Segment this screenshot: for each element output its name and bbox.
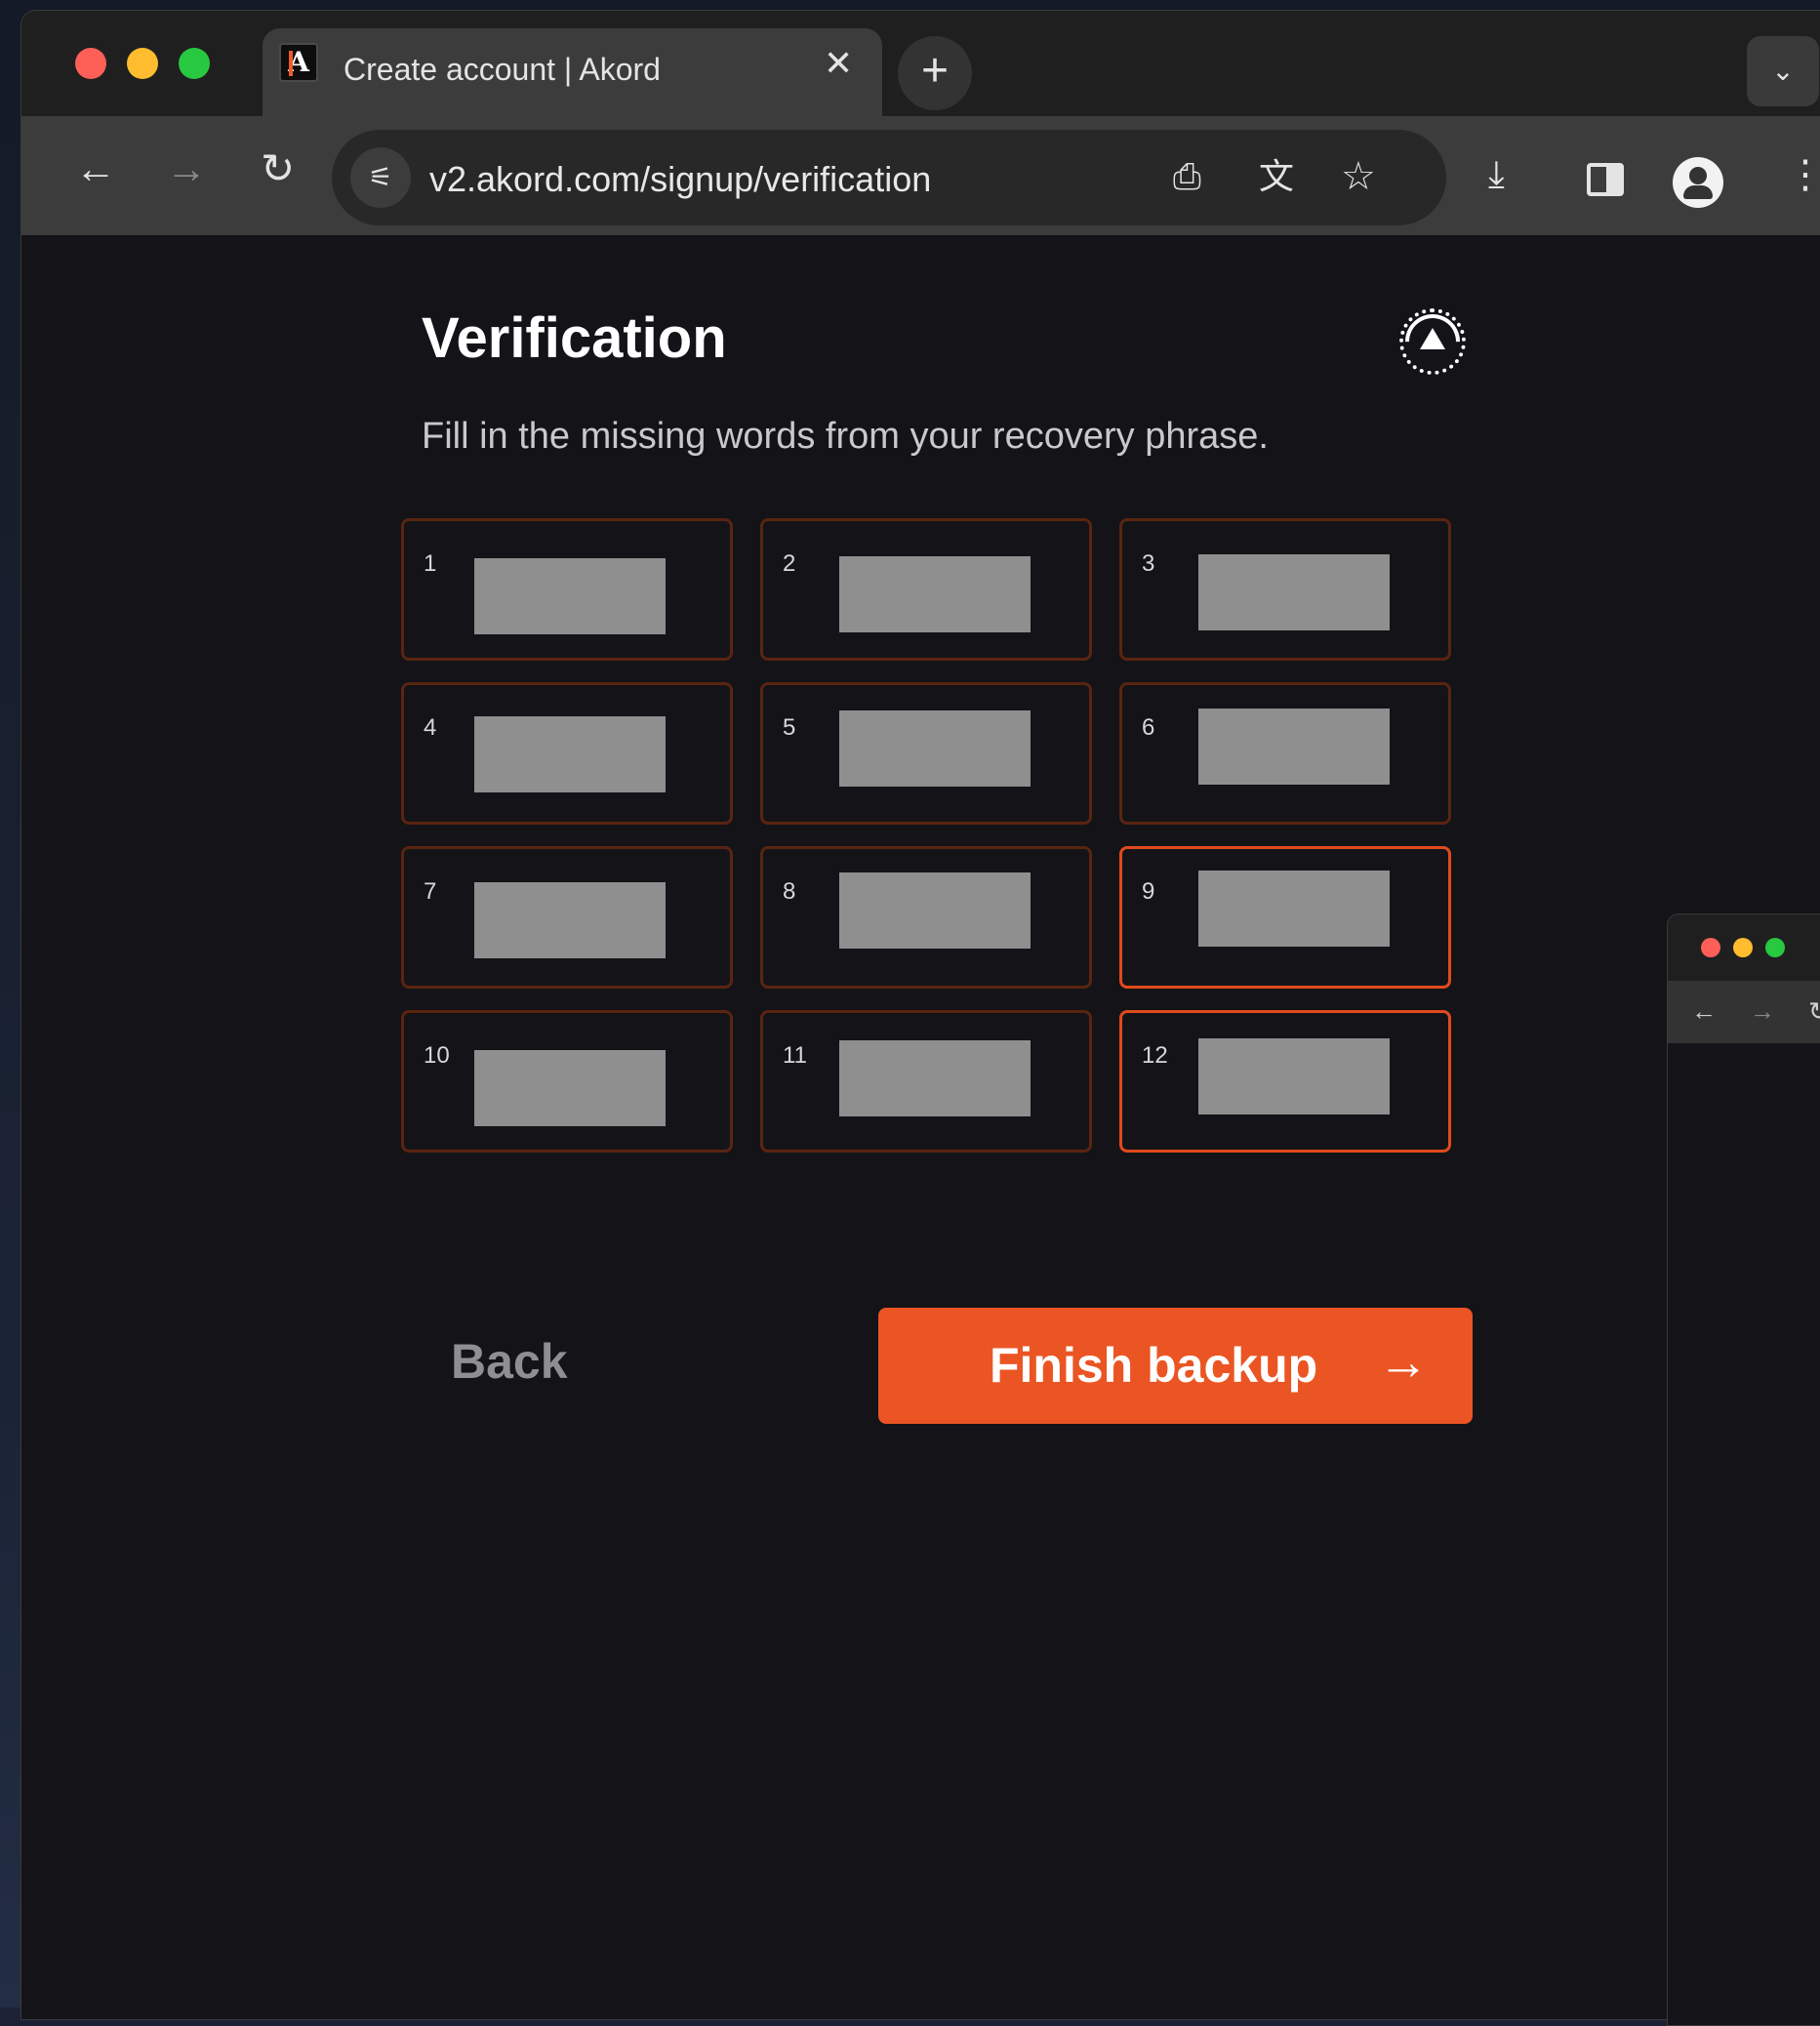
- word-input-1[interactable]: 1: [401, 518, 733, 661]
- arrow-right-icon[interactable]: →: [1750, 996, 1775, 1026]
- minimize-window-button[interactable]: [1733, 938, 1753, 957]
- profile-icon[interactable]: [1673, 157, 1723, 208]
- redacted-word: [1198, 1038, 1390, 1114]
- redacted-word: [839, 710, 1031, 787]
- word-input-11[interactable]: 11: [760, 1010, 1092, 1153]
- word-number: 5: [783, 714, 796, 741]
- close-window-button[interactable]: [75, 48, 106, 79]
- tab-search-button[interactable]: ⌄: [1747, 36, 1819, 106]
- word-number: 12: [1142, 1042, 1168, 1069]
- side-panel-icon[interactable]: [1587, 163, 1624, 196]
- reload-icon[interactable]: ↻: [1808, 996, 1820, 1026]
- word-number: 6: [1142, 714, 1155, 741]
- minimize-window-button[interactable]: [127, 48, 158, 79]
- word-number: 2: [783, 550, 796, 577]
- back-button[interactable]: Back: [451, 1333, 568, 1390]
- word-input-4[interactable]: 4: [401, 682, 733, 825]
- star-icon[interactable]: ☆: [1341, 155, 1376, 198]
- tune-icon[interactable]: ⚟: [350, 147, 411, 208]
- word-input-5[interactable]: 5: [760, 682, 1092, 825]
- tab-close-icon[interactable]: ✕: [824, 46, 853, 81]
- browser-window: A Create account | Akord ✕ + ⌄ ← → ↻ ⚟ v…: [20, 10, 1820, 2020]
- word-input-8[interactable]: 8: [760, 846, 1092, 989]
- arrow-right-icon: →: [1378, 1334, 1429, 1391]
- word-number: 3: [1142, 550, 1155, 577]
- kebab-menu-icon[interactable]: ⋮: [1786, 153, 1820, 196]
- download-icon[interactable]: ⤓: [1488, 153, 1505, 196]
- word-input-3[interactable]: 3: [1119, 518, 1451, 661]
- redacted-word: [474, 558, 666, 634]
- word-input-7[interactable]: 7: [401, 846, 733, 989]
- logo-triangle: [1420, 328, 1445, 349]
- translate-icon[interactable]: 文: [1259, 155, 1294, 198]
- install-app-icon[interactable]: ⎙: [1173, 155, 1201, 198]
- akord-favicon-icon: A: [279, 43, 318, 82]
- page-title: Verification: [422, 306, 727, 370]
- word-number: 7: [424, 878, 437, 905]
- word-number: 11: [783, 1042, 807, 1069]
- tab-title: Create account | Akord: [344, 52, 661, 87]
- word-number: 8: [783, 878, 796, 905]
- redacted-word: [839, 556, 1031, 632]
- arrow-left-icon[interactable]: ←: [1691, 996, 1717, 1026]
- redacted-word: [474, 882, 666, 958]
- word-number: 4: [424, 714, 437, 741]
- maximize-window-button[interactable]: [1765, 938, 1785, 957]
- word-number: 1: [424, 550, 437, 577]
- finish-backup-button[interactable]: Finish backup →: [878, 1308, 1473, 1424]
- close-window-button[interactable]: [1701, 938, 1720, 957]
- finish-backup-label: Finish backup: [990, 1338, 1318, 1393]
- redacted-word: [474, 1050, 666, 1126]
- redacted-word: [1198, 709, 1390, 785]
- redacted-word: [474, 716, 666, 792]
- word-input-12[interactable]: 12: [1119, 1010, 1451, 1153]
- redacted-word: [1198, 871, 1390, 947]
- word-input-10[interactable]: 10: [401, 1010, 733, 1153]
- word-input-2[interactable]: 2: [760, 518, 1092, 661]
- url-text[interactable]: v2.akord.com/signup/verification: [429, 159, 931, 200]
- redacted-word: [1198, 554, 1390, 630]
- word-input-9[interactable]: 9: [1119, 846, 1451, 989]
- arrow-left-icon[interactable]: ←: [75, 143, 116, 194]
- maximize-window-button[interactable]: [179, 48, 210, 79]
- word-number: 9: [1142, 878, 1155, 905]
- arrow-right-icon[interactable]: →: [166, 143, 207, 194]
- new-tab-button[interactable]: +: [898, 36, 972, 110]
- page-subtitle: Fill in the missing words from your reco…: [422, 416, 1269, 457]
- word-number: 10: [424, 1042, 450, 1069]
- word-input-6[interactable]: 6: [1119, 682, 1451, 825]
- reload-icon[interactable]: ↻: [261, 143, 295, 194]
- background-browser-window[interactable]: ← → ↻: [1667, 913, 1820, 2026]
- redacted-word: [839, 1040, 1031, 1116]
- redacted-word: [839, 872, 1031, 949]
